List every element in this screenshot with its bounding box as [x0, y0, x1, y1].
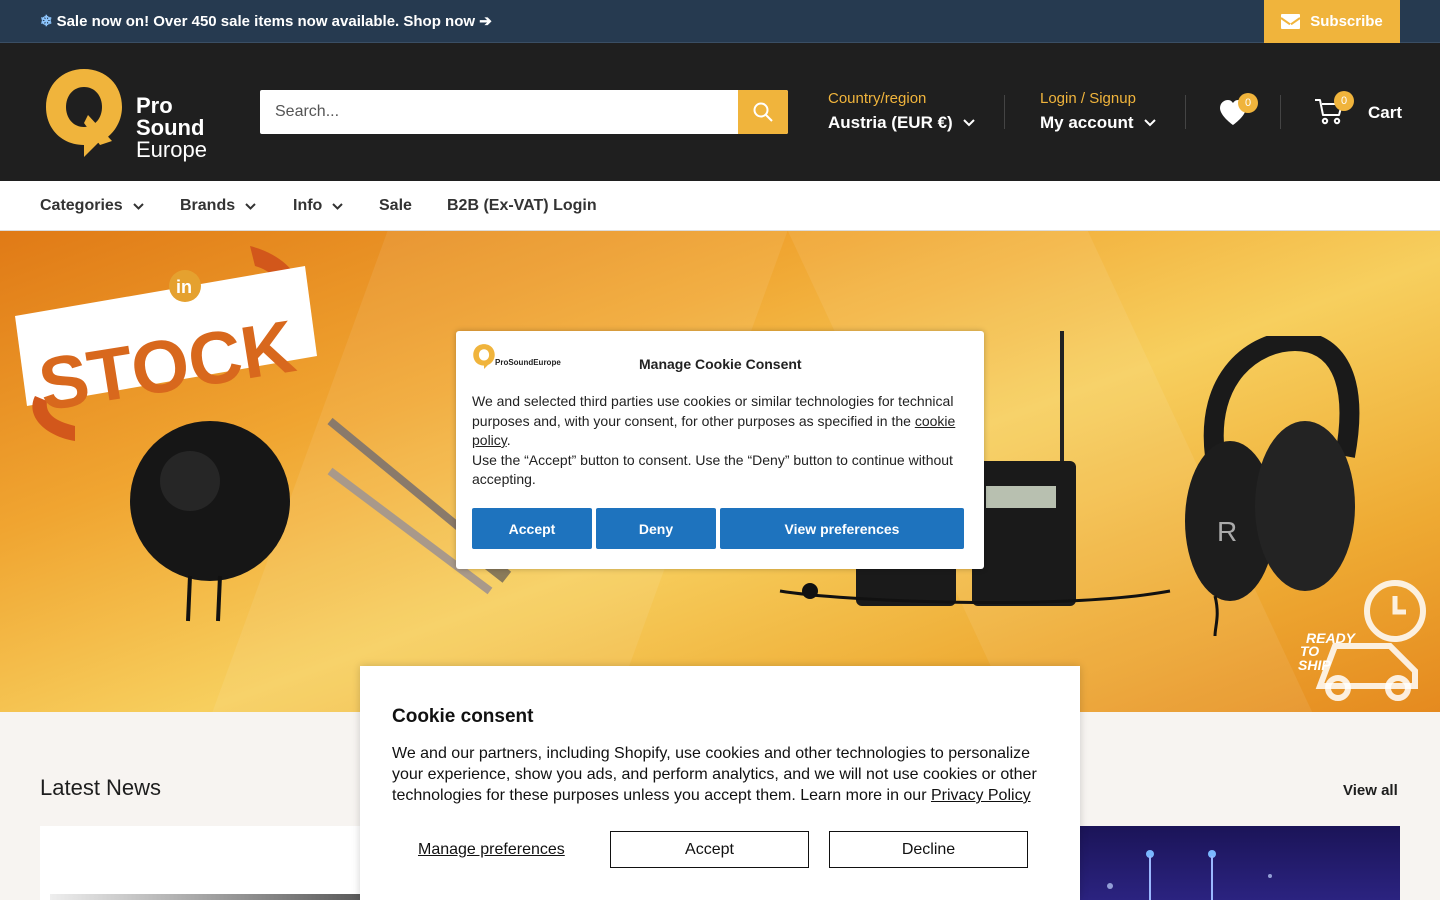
modal-view-preferences-button[interactable]: View preferences [720, 508, 964, 549]
search-bar [260, 90, 788, 134]
search-button[interactable] [738, 90, 788, 134]
modal-title: Manage Cookie Consent [639, 356, 802, 372]
chevron-down-icon [245, 202, 256, 210]
nav-b2b-login[interactable]: B2B (Ex-VAT) Login [447, 197, 597, 215]
snowflake-icon: ❄ [40, 13, 53, 30]
header-divider [1280, 95, 1281, 129]
manage-cookie-consent-modal: ProSoundEurope Manage Cookie Consent We … [456, 331, 984, 569]
wishlist-button[interactable]: 0 [1218, 93, 1258, 129]
site-header: Pro Sound Europe Country/region Austria … [0, 43, 1440, 181]
announcement-text: Sale now on! Over 450 sale items now ava… [56, 13, 492, 30]
ship-text-ship: SHIP [1298, 657, 1331, 673]
search-input[interactable] [260, 90, 738, 134]
chevron-down-icon [332, 202, 344, 210]
modal-logo: ProSoundEurope [472, 343, 568, 369]
modal-logo-text: ProSoundEurope [495, 358, 561, 367]
nav-sale[interactable]: Sale [379, 197, 412, 215]
search-icon [753, 102, 773, 122]
news-card[interactable] [40, 826, 370, 900]
modal-deny-button[interactable]: Deny [596, 508, 716, 549]
country-selector[interactable]: Country/region Austria (EUR €) [828, 90, 975, 133]
privacy-policy-link[interactable]: Privacy Policy [931, 787, 1031, 804]
subscribe-button[interactable]: Subscribe [1264, 0, 1400, 43]
cart-count-badge: 0 [1334, 91, 1354, 111]
cart-label: Cart [1368, 103, 1403, 122]
nav-brands[interactable]: Brands [180, 197, 256, 215]
nav-categories[interactable]: Categories [40, 197, 144, 215]
news-card-image [1107, 850, 1272, 900]
news-card-image [50, 894, 370, 900]
view-all-link[interactable]: View all [1343, 782, 1398, 799]
chevron-down-icon [132, 202, 144, 210]
chevron-down-icon [962, 119, 975, 127]
modal-body: We and selected third parties use cookie… [472, 393, 956, 487]
main-nav: Categories Brands Info Sale B2B (Ex-VAT)… [0, 181, 1440, 231]
nav-info[interactable]: Info [293, 197, 344, 215]
cookie-consent-panel: Cookie consent We and our partners, incl… [360, 666, 1080, 900]
country-label: Country/region [828, 90, 927, 107]
svg-text:in: in [176, 277, 192, 297]
ready-to-ship-icon: READY TO SHIP [1298, 580, 1426, 701]
site-logo[interactable]: Pro Sound Europe [42, 65, 222, 161]
header-divider [1004, 95, 1005, 129]
manage-preferences-link[interactable]: Manage preferences [418, 841, 565, 859]
header-divider [1185, 95, 1186, 129]
announcement-link[interactable]: ❄ Sale now on! Over 450 sale items now av… [40, 12, 492, 30]
latest-news-heading: Latest News [40, 775, 162, 800]
wishlist-count-badge: 0 [1238, 93, 1258, 113]
news-card[interactable] [1070, 826, 1400, 900]
account-label: My account [1040, 113, 1134, 132]
cookie-consent-title: Cookie consent [392, 706, 534, 727]
mail-icon [1281, 14, 1301, 29]
cart-button[interactable]: 0 Cart [1314, 91, 1404, 131]
account-menu[interactable]: Login / Signup My account [1040, 90, 1156, 133]
logo-wordmark: Pro Sound Europe [136, 93, 207, 162]
announcement-bar: ❄ Sale now on! Over 450 sale items now av… [0, 0, 1440, 43]
windshield-product [130, 421, 290, 622]
cookie-consent-body: We and our partners, including Shopify, … [392, 745, 1037, 804]
cookie-accept-button[interactable]: Accept [610, 831, 809, 868]
modal-accept-button[interactable]: Accept [472, 508, 592, 549]
login-link[interactable]: Login / Signup [1040, 90, 1156, 107]
cookie-decline-button[interactable]: Decline [829, 831, 1028, 868]
subscribe-label: Subscribe [1310, 13, 1383, 30]
chevron-down-icon [1143, 119, 1156, 127]
logo-mark-icon [46, 69, 122, 157]
svg-text:R: R [1217, 516, 1237, 547]
logo-mark-icon [473, 344, 495, 369]
country-value: Austria (EUR €) [828, 113, 953, 132]
